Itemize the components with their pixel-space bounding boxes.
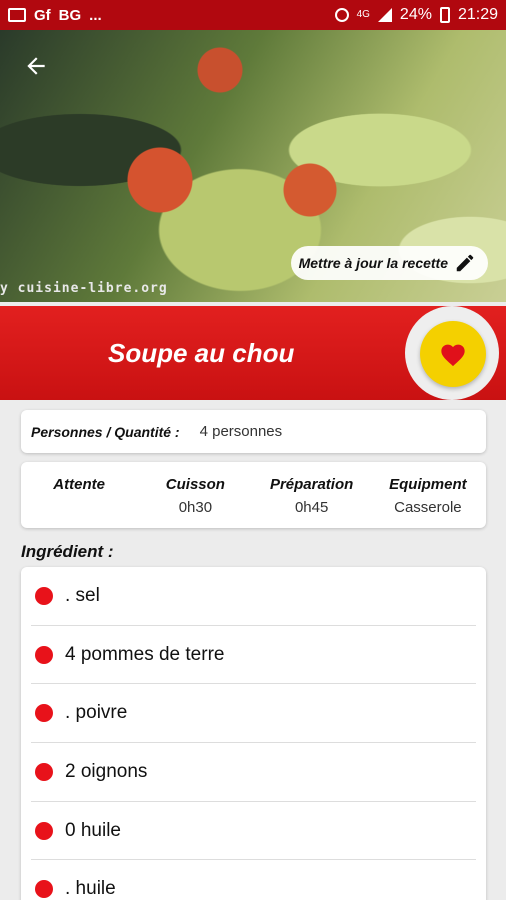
time-value: Casserole [394,499,462,516]
status-right: 4G 24% 21:29 [334,6,498,24]
battery-level: 24% [399,6,432,23]
time-header: Cuisson [165,476,225,493]
clock: 21:29 [457,6,498,23]
signal-icon [377,8,392,22]
bullet-icon [35,645,53,664]
ingredients-title: Ingrédient : [21,542,114,561]
list-item: . sel [31,567,476,626]
alarm-icon [334,8,349,22]
time-header: Equipment [389,476,467,493]
list-item: 2 oignons [31,743,476,802]
status-bar: Gf BG ... 4G 24% 21:29 [0,0,506,30]
persons-value: 4 personnes [199,423,283,440]
recipe-photo: y cuisine-libre.org Mettre à jour la rec… [0,30,506,302]
recipe-title: Soupe au chou [108,338,295,368]
time-value: 0h30 [178,499,213,516]
photo-watermark: y cuisine-libre.org [0,281,168,296]
bg-icon: BG [58,6,82,24]
ingredient-text: 2 oignons [65,760,148,782]
list-item: . poivre [31,684,476,744]
bullet-icon [35,880,53,899]
status-left: Gf BG ... [8,7,102,24]
update-recipe-label: Mettre à jour la recette [298,255,448,271]
bullet-icon [35,586,53,605]
image-icon [8,8,26,22]
ingredients-list[interactable]: . sel 4 pommes de terre . poivre 2 oigno… [21,567,486,900]
ingredient-text: . sel [65,584,100,606]
bullet-icon [35,821,53,840]
ingredient-text: . poivre [65,702,128,724]
pencil-icon [456,254,474,272]
ingredient-text: . huile [65,878,116,900]
gf-icon: Gf [34,6,51,24]
ingredient-text: 4 pommes de terre [65,643,225,665]
persons-label: Personnes / Quantité : [31,423,180,440]
time-col-preparation: Préparation 0h45 [254,462,370,528]
list-item: 4 pommes de terre [31,626,476,685]
persons-card: Personnes / Quantité : 4 personnes [21,410,486,453]
time-value: 0h45 [294,499,329,516]
time-col-attente: Attente [21,462,137,528]
heart-icon [441,344,465,367]
ingredient-text: 0 huile [65,819,121,841]
bullet-icon [35,704,53,723]
bullet-icon [35,762,53,781]
network-type: 4G [356,9,370,20]
time-col-equipment: Equipment Casserole [370,462,486,528]
battery-icon [439,7,450,23]
favorite-button[interactable] [420,321,486,387]
more-notifications: ... [89,6,102,24]
list-item: 0 huile [31,802,476,861]
time-col-cuisson: Cuisson 0h30 [137,462,253,528]
time-header: Attente [53,476,105,493]
title-band: Soupe au chou [0,306,506,400]
update-recipe-button[interactable]: Mettre à jour la recette [290,246,488,280]
times-card: Attente Cuisson 0h30 Préparation 0h45 Eq… [21,462,486,528]
time-header: Préparation [269,476,354,493]
list-item: . huile [31,860,476,900]
back-arrow-icon[interactable] [18,48,54,84]
